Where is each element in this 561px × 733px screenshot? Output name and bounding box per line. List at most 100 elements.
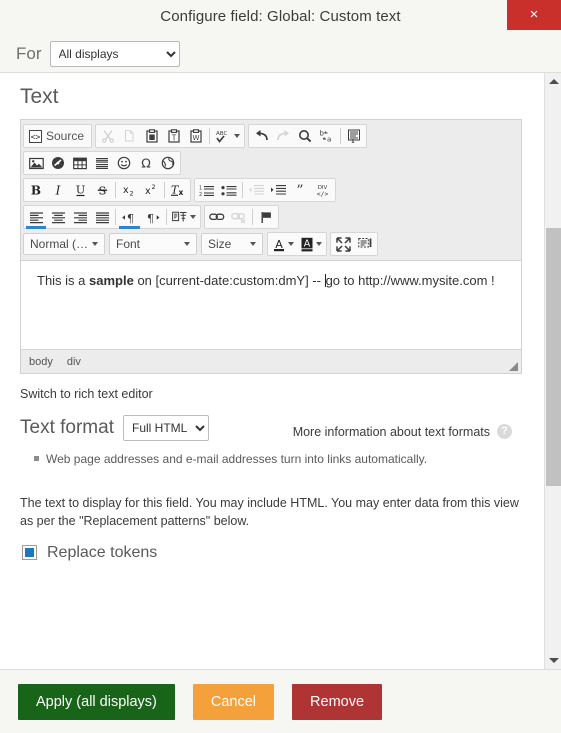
cut-button[interactable] [97,126,119,146]
special-char-button[interactable]: Ω [135,153,157,173]
italic-button[interactable]: I [47,180,69,200]
select-all-button[interactable] [343,126,365,146]
bold-button[interactable]: B [25,180,47,200]
editor-content-area[interactable]: This is a sample on [current-date:custom… [21,261,521,349]
help-icon[interactable]: ? [497,424,512,439]
image-button[interactable] [25,153,47,173]
align-center-button[interactable] [47,207,69,227]
elements-path-div[interactable]: div [67,356,81,368]
editor-toolbar: <> Source T W ABC b a Ω B I U S x 2 x 2 … [21,120,521,261]
align-center-icon [51,211,66,224]
rtl-button[interactable]: ¶ [141,207,164,227]
table-button[interactable] [69,153,91,173]
align-right-button[interactable] [69,207,91,227]
subscript-button[interactable]: x2 [118,180,140,200]
language-button[interactable] [169,207,199,227]
for-label: For [16,44,42,63]
ltr-button[interactable]: ¶ [118,207,141,229]
chevron-up-icon [548,79,559,84]
superscript-icon: x2 [144,183,159,197]
editor-elements-path: body div [21,349,521,373]
create-div-button[interactable]: DIV </> [311,180,334,200]
chevron-down-icon [92,242,98,246]
horizontal-rule-button[interactable] [91,153,113,173]
show-blocks-button[interactable] [354,234,376,254]
iframe-button[interactable] [157,153,179,173]
underline-button[interactable]: U [69,180,91,200]
toolbar-separator [209,128,211,144]
blockquote-button[interactable]: ” [289,180,311,200]
paste-as-text-button[interactable]: T [163,126,185,146]
text-color-button[interactable]: A [269,234,297,254]
for-row: For All displays [0,36,561,72]
remove-format-button[interactable]: Tx [167,180,189,200]
link-button[interactable] [206,207,228,227]
font-size-combo[interactable]: Size [201,233,263,255]
maximize-arrows-icon [335,236,351,252]
copy-button[interactable] [119,126,141,146]
switch-to-rich-text-editor-link[interactable]: Switch to rich text editor [0,374,544,401]
text-format-tips: Web page addresses and e-mail addresses … [20,451,522,467]
media-button[interactable] [47,153,69,173]
show-blocks-icon [357,237,373,251]
replace-button[interactable]: ba [316,126,338,146]
displays-select[interactable]: All displays [49,41,180,67]
magnifier-icon [298,129,312,143]
scroll-down-button[interactable] [545,652,561,669]
more-information-about-text-formats-link[interactable]: More information about text formats ? [293,424,512,439]
svg-text:T: T [171,133,177,142]
chevron-down-icon [316,242,322,246]
smiley-button[interactable] [113,153,135,173]
redo-button[interactable] [272,126,294,146]
spellcheck-button[interactable]: ABC [212,126,243,146]
toolbar-row-3: B I U S x 2 x 2 T x 1 2 ” DIV </> [23,177,519,203]
horizontal-rule-icon [95,157,109,170]
increase-indent-button[interactable] [267,180,289,200]
toolbar-row-4: ¶ ¶ [23,204,519,230]
source-button[interactable]: <> Source [25,126,90,146]
svg-text:¶: ¶ [127,212,134,224]
svg-text:1: 1 [199,185,202,191]
anchor-button[interactable] [255,207,277,227]
font-size-label: Size [208,237,232,251]
justify-button[interactable] [91,207,113,227]
vertical-scrollbar[interactable] [544,73,561,669]
align-left-button[interactable] [25,207,47,229]
font-family-combo[interactable]: Font [109,233,197,255]
find-button[interactable] [294,126,316,146]
undo-button[interactable] [250,126,272,146]
cancel-button[interactable]: Cancel [192,683,275,720]
editor-text-after-caret: go to http://www.mysite.com ! [325,273,495,288]
paragraph-format-combo[interactable]: Normal (… [23,233,105,255]
superscript-button[interactable]: x2 [140,180,162,200]
remove-button[interactable]: Remove [292,683,383,720]
paste-button[interactable] [141,126,163,146]
numbered-list-button[interactable]: 12 [196,180,218,200]
replace-tokens-checkbox[interactable] [22,545,37,561]
scrollbar-thumb[interactable] [546,228,561,486]
scroll-up-button[interactable] [545,73,561,90]
apply-button[interactable]: Apply (all displays) [18,683,175,720]
svg-text:W: W [193,134,200,142]
svg-text:”: ” [296,184,303,197]
svg-text:I: I [55,184,61,198]
font-family-label: Font [116,237,141,251]
maximize-button[interactable] [332,234,354,254]
bulleted-list-button[interactable] [218,180,240,200]
decrease-indent-button[interactable] [245,180,267,200]
editor-resize-handle[interactable] [509,362,518,371]
align-right-icon [73,211,88,224]
toolbar-separator [164,182,165,198]
toolbar-row-2: Ω [23,150,519,176]
text-format-select[interactable]: Full HTML [122,415,209,441]
background-color-button[interactable]: A [297,234,325,254]
svg-text:2: 2 [151,183,155,191]
remove-format-icon: Tx [170,183,186,197]
strikethrough-icon: S [96,183,109,197]
replace-b-to-a-icon: ba [319,129,335,144]
paste-from-word-button[interactable]: W [185,126,207,146]
strikethrough-button[interactable]: S [91,180,113,200]
close-button[interactable]: × [507,0,561,30]
elements-path-body[interactable]: body [29,356,53,368]
unlink-button[interactable] [228,207,250,227]
